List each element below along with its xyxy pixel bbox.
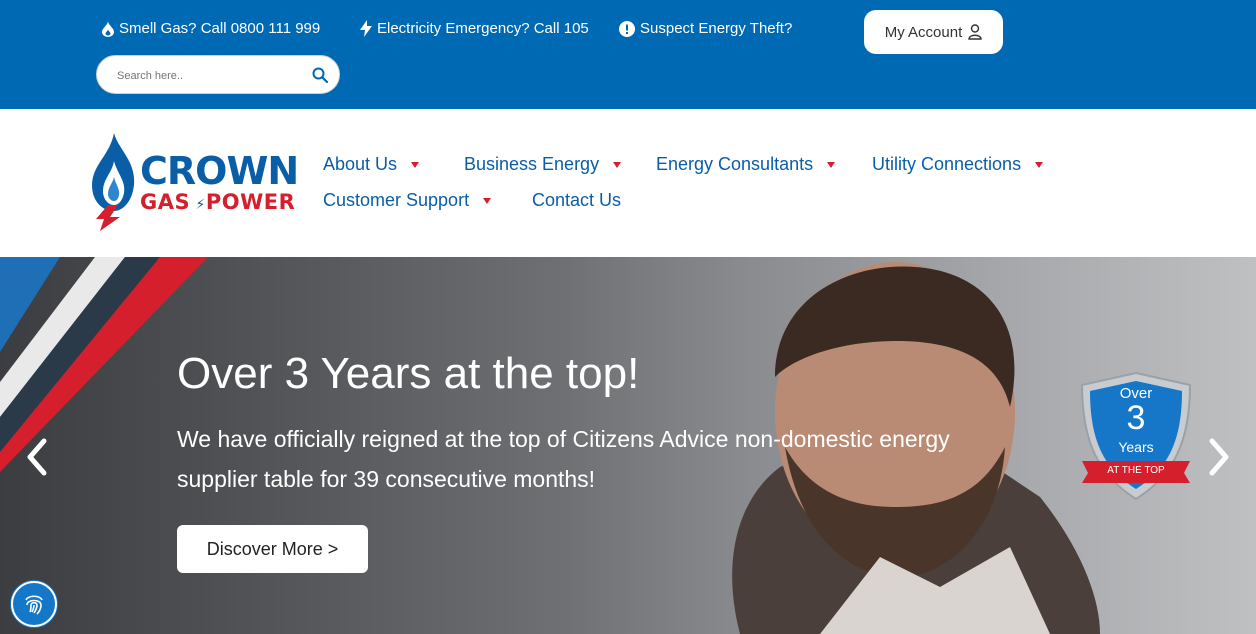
logo-gas-power-text: GAS ⚡POWER [140, 191, 295, 216]
accessibility-fingerprint-button[interactable] [11, 581, 57, 627]
electricity-emergency-link[interactable]: Electricity Emergency? Call 105 [360, 20, 589, 37]
search-icon[interactable] [312, 67, 328, 83]
gas-emergency-text: Smell Gas? Call 0800 111 999 [119, 20, 321, 37]
caret-down-icon [827, 161, 836, 168]
nav-customer-support[interactable]: Customer Support [323, 190, 492, 211]
nav-about-us[interactable]: About Us [323, 154, 420, 175]
hero-subtitle: We have officially reigned at the top of… [177, 426, 950, 492]
flame-logo-icon [92, 133, 135, 231]
user-icon [968, 24, 982, 40]
electricity-emergency-text: Electricity Emergency? Call 105 [377, 20, 589, 37]
badge-ribbon-text: AT THE TOP [1107, 465, 1165, 476]
search-box [96, 55, 340, 94]
energy-theft-link[interactable]: Suspect Energy Theft? [619, 20, 792, 37]
nav-utility-connections-label: Utility Connections [872, 154, 1022, 174]
badge-years-text: Years [1118, 439, 1154, 455]
discover-more-button[interactable]: Discover More > [177, 525, 368, 573]
caret-down-icon [483, 197, 492, 204]
nav-energy-consultants-label: Energy Consultants [656, 154, 814, 174]
nav-energy-consultants[interactable]: Energy Consultants [656, 154, 836, 175]
exclamation-circle-icon [619, 20, 635, 37]
hero-slider: Over 3 Years at the top! We have officia… [0, 257, 1256, 634]
caret-down-icon [1035, 161, 1044, 168]
nav-about-us-label: About Us [323, 154, 398, 174]
slider-prev-arrow-icon[interactable] [24, 437, 50, 477]
gas-emergency-link[interactable]: Smell Gas? Call 0800 111 999 [102, 20, 320, 37]
flame-drop-icon [102, 20, 114, 37]
lightning-bolt-icon [360, 20, 372, 37]
award-badge: Over 3 Years AT THE TOP [1078, 371, 1194, 501]
my-account-label: My Account [884, 23, 963, 41]
search-input[interactable] [115, 65, 299, 87]
nav-business-energy-label: Business Energy [464, 154, 600, 174]
badge-number-text: 3 [1126, 399, 1146, 437]
site-header: CROWN GAS ⚡POWER About Us Business Energ… [0, 109, 1256, 257]
nav-contact-us-label: Contact Us [532, 190, 622, 210]
caret-down-icon [613, 161, 622, 168]
my-account-button[interactable]: My Account [864, 10, 1003, 54]
slider-next-arrow-icon[interactable] [1206, 437, 1232, 477]
top-bar: Smell Gas? Call 0800 111 999 Electricity… [0, 0, 1256, 109]
nav-utility-connections[interactable]: Utility Connections [872, 154, 1044, 175]
caret-down-icon [411, 161, 420, 168]
energy-theft-text: Suspect Energy Theft? [640, 20, 793, 37]
logo-power-text: POWER [205, 190, 296, 214]
hero-title: Over 3 Years at the top! [177, 349, 640, 398]
nav-business-energy[interactable]: Business Energy [464, 154, 622, 175]
nav-contact-us[interactable]: Contact Us [532, 190, 621, 211]
fingerprint-icon [25, 595, 43, 615]
crown-gas-power-logo[interactable]: CROWN GAS ⚡POWER [88, 131, 308, 231]
logo-gas-text: GAS [140, 190, 191, 214]
logo-mini-flame-icon: ⚡ [190, 197, 206, 213]
nav-customer-support-label: Customer Support [323, 190, 470, 210]
logo-crown-text: CROWN [140, 149, 299, 193]
